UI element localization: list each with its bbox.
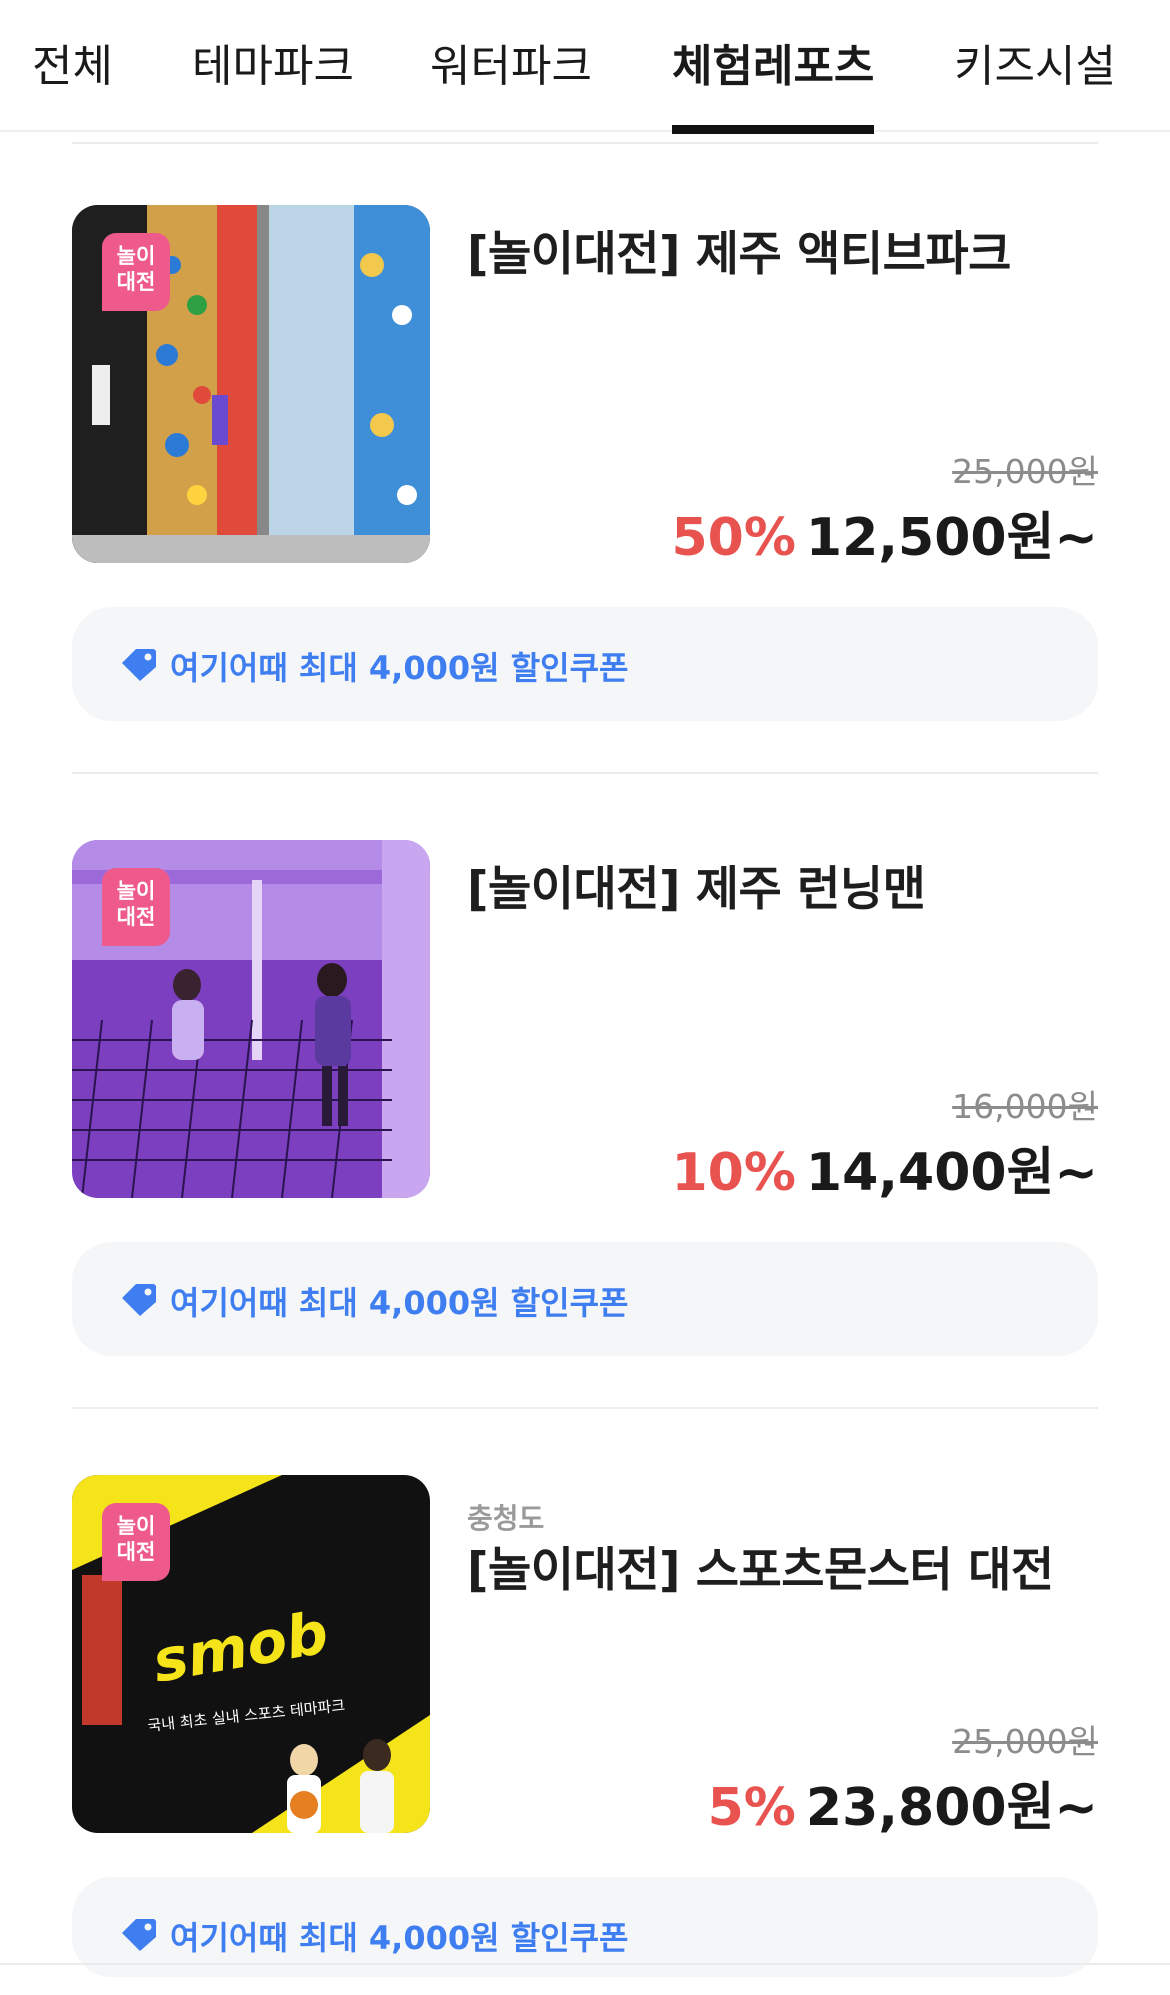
- coupon-banner[interactable]: 여기어때 최대 4,000원 할인쿠폰: [72, 1242, 1098, 1356]
- tab-kids[interactable]: 키즈시설: [954, 30, 1116, 132]
- bottom-divider: [0, 1963, 1170, 1965]
- tab-theme-park[interactable]: 테마파크: [192, 30, 354, 132]
- divider: [72, 772, 1098, 774]
- discount-rate: 5%: [707, 1778, 796, 1838]
- product-card[interactable]: 놀이 대전 [놀이대전] 제주 런닝맨 16,000원 10% 14,400원~ …: [72, 840, 1098, 1360]
- discount-rate: 10%: [671, 1143, 796, 1203]
- tab-active-indicator: [672, 125, 875, 134]
- product-image: 놀이 대전: [72, 840, 430, 1198]
- product-title[interactable]: [놀이대전] 제주 런닝맨: [467, 850, 926, 919]
- event-badge: 놀이 대전: [102, 233, 170, 311]
- product-card[interactable]: 놀이 대전 [놀이대전] 제주 액티브파크 25,000원 50% 12,500원…: [72, 205, 1098, 725]
- product-title[interactable]: [놀이대전] 스포츠몬스터 대전: [467, 1531, 1054, 1600]
- tab-label: 체험레포츠: [672, 41, 875, 92]
- coupon-text: 여기어때 최대 4,000원 할인쿠폰: [170, 1284, 629, 1322]
- tab-label: 테마파크: [192, 41, 354, 92]
- original-price: 25,000원: [952, 1722, 1098, 1761]
- tab-label: 키즈시설: [954, 41, 1116, 92]
- price-row: 50% 12,500원~: [671, 495, 1098, 570]
- tab-label: 전체: [32, 41, 113, 92]
- divider: [72, 142, 1098, 144]
- original-price: 16,000원: [952, 1087, 1098, 1126]
- sale-price: 23,800원~: [805, 1778, 1098, 1838]
- product-image: smob 국내 최초 실내 스포츠 테마파크 놀이 대전: [72, 1475, 430, 1833]
- event-badge: 놀이 대전: [102, 868, 170, 946]
- price-row: 10% 14,400원~: [671, 1130, 1098, 1205]
- tag-icon: [122, 1919, 156, 1951]
- tab-water-park[interactable]: 워터파크: [430, 30, 592, 132]
- tab-label: 워터파크: [430, 41, 592, 92]
- tag-icon: [122, 649, 156, 681]
- original-price: 25,000원: [952, 452, 1098, 491]
- sale-price: 12,500원~: [805, 508, 1098, 568]
- sale-price: 14,400원~: [805, 1143, 1098, 1203]
- product-card[interactable]: smob 국내 최초 실내 스포츠 테마파크 놀이 대전 충청도 [놀이대전] …: [72, 1475, 1098, 1995]
- product-title[interactable]: [놀이대전] 제주 액티브파크: [467, 215, 1011, 284]
- event-badge: 놀이 대전: [102, 1503, 170, 1581]
- tag-icon: [122, 1284, 156, 1316]
- coupon-text: 여기어때 최대 4,000원 할인쿠폰: [170, 649, 629, 687]
- tab-all[interactable]: 전체: [32, 30, 113, 132]
- product-image: 놀이 대전: [72, 205, 430, 563]
- price-row: 5% 23,800원~: [708, 1765, 1098, 1840]
- divider: [72, 1407, 1098, 1409]
- coupon-text: 여기어때 최대 4,000원 할인쿠폰: [170, 1919, 629, 1957]
- tab-experience-sports[interactable]: 체험레포츠: [672, 30, 875, 134]
- discount-rate: 50%: [671, 508, 796, 568]
- coupon-banner[interactable]: 여기어때 최대 4,000원 할인쿠폰: [72, 607, 1098, 721]
- category-tab-bar: 전체 테마파크 워터파크 체험레포츠 키즈시설: [0, 0, 1170, 134]
- coupon-banner[interactable]: 여기어때 최대 4,000원 할인쿠폰: [72, 1877, 1098, 1977]
